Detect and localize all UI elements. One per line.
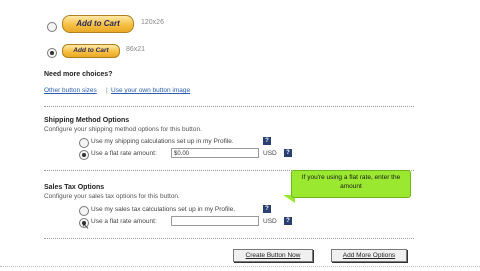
create-button-now-button[interactable]: Create Button Now <box>233 249 313 262</box>
shipping-subtext: Configure your shipping method options f… <box>44 126 202 133</box>
tax-flat-help-icon[interactable]: ? <box>284 217 292 225</box>
shipping-profile-help-icon[interactable]: ? <box>263 137 271 145</box>
mouse-cursor-icon: ↖ <box>82 221 90 231</box>
large-add-to-cart-button: Add to Cart <box>62 15 134 33</box>
shipping-profile-radio[interactable] <box>79 138 89 148</box>
shipping-heading: Shipping Method Options <box>44 117 130 124</box>
shipping-flat-radio[interactable] <box>79 150 89 160</box>
tax-flat-label: Use a flat rate amount: <box>91 218 157 225</box>
tax-subtext: Configure your sales tax options for thi… <box>44 193 180 200</box>
tax-profile-radio[interactable] <box>79 206 89 216</box>
tax-profile-help-icon[interactable]: ? <box>263 205 271 213</box>
shipping-currency: USD <box>263 150 277 157</box>
more-choices-heading: Need more choices? <box>44 71 113 78</box>
section-divider <box>44 106 414 107</box>
add-more-options-button[interactable]: Add More Options <box>331 249 407 262</box>
tax-profile-label: Use my sales tax calculations set up in … <box>91 206 236 213</box>
large-button-size: 120x26 <box>141 19 164 26</box>
shipping-flat-label: Use a flat rate amount: <box>91 150 157 157</box>
tax-flat-input[interactable] <box>171 216 259 226</box>
small-button-radio[interactable] <box>47 48 57 58</box>
flat-rate-tooltip: If you're using a flat rate, enter the a… <box>291 170 411 198</box>
other-button-sizes-link[interactable]: Other button sizes <box>44 87 97 94</box>
small-button-size: 86x21 <box>126 46 146 53</box>
own-button-image-link[interactable]: Use your own button image <box>111 87 190 94</box>
shipping-flat-input[interactable]: $0.00 <box>171 148 259 158</box>
shipping-profile-label: Use my shipping calculations set up in m… <box>91 138 234 145</box>
tax-currency: USD <box>263 218 277 225</box>
shipping-flat-help-icon[interactable]: ? <box>284 149 292 157</box>
link-divider: | <box>106 87 108 94</box>
tax-heading: Sales Tax Options <box>44 184 105 191</box>
large-button-radio[interactable] <box>47 22 57 32</box>
section-divider <box>44 238 414 239</box>
small-add-to-cart-button: Add to Cart <box>62 44 120 58</box>
page-bottom-border <box>0 266 480 271</box>
